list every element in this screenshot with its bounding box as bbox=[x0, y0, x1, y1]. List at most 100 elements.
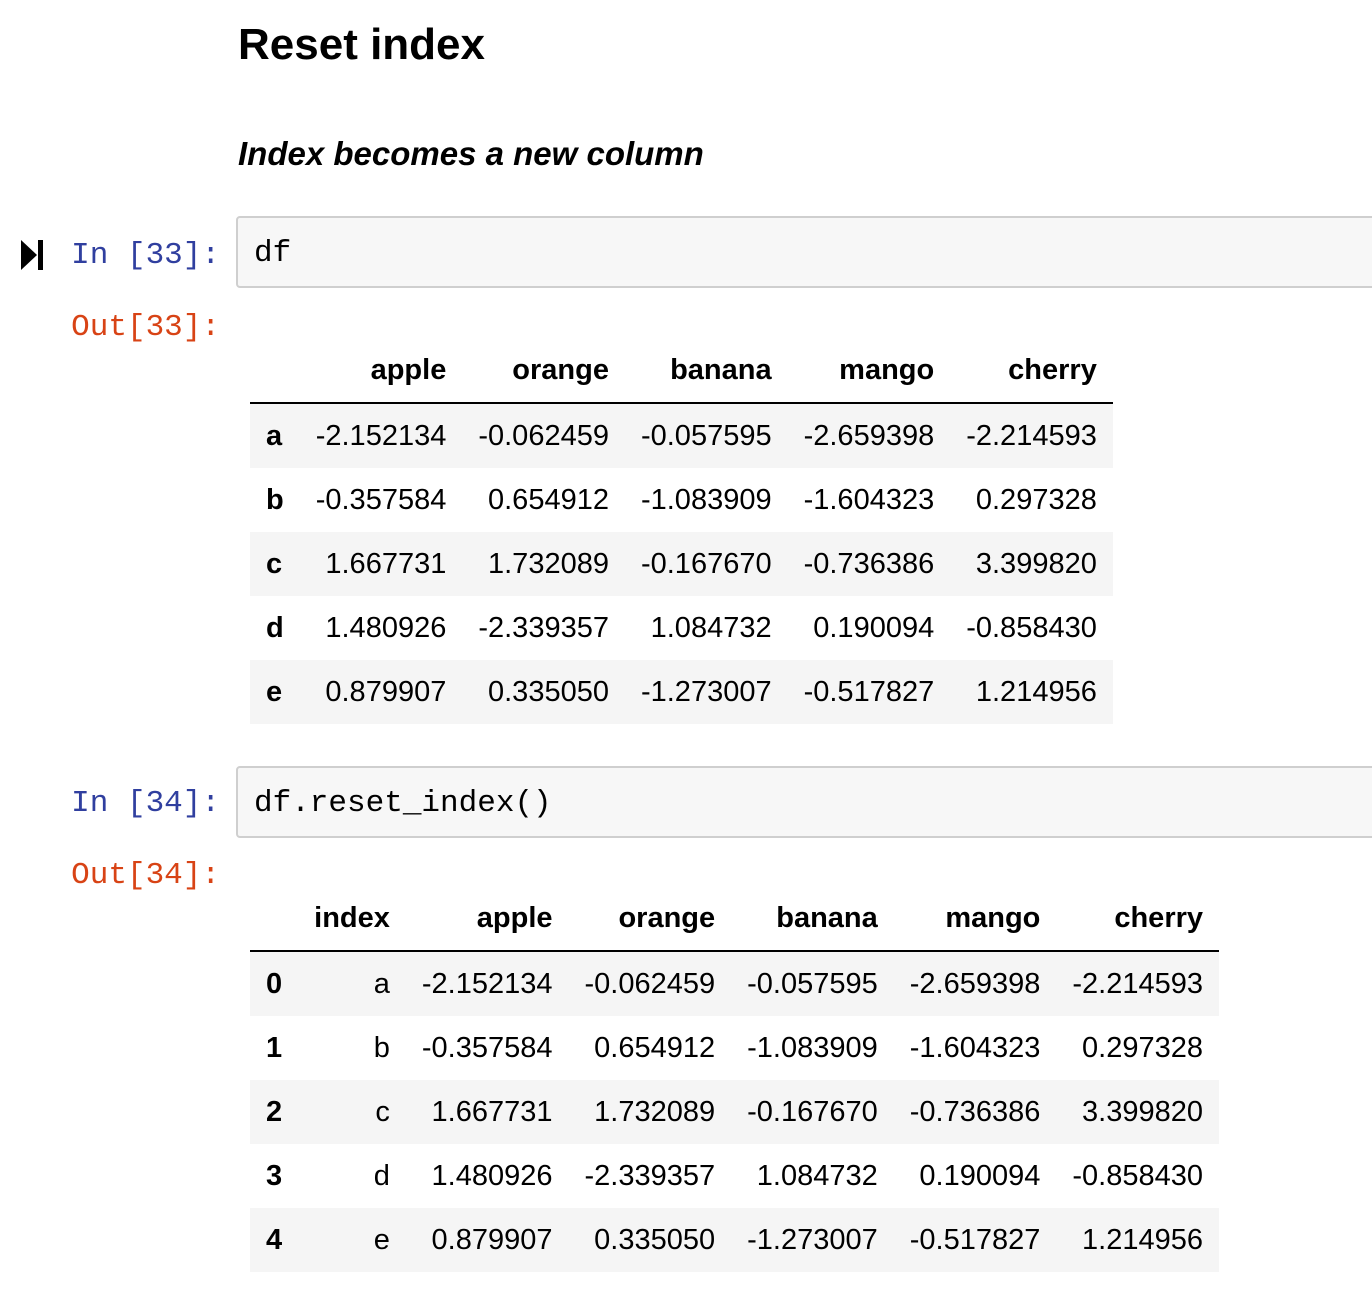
table-row: c 1.667731 1.732089 -0.167670 -0.736386 3.399… bbox=[250, 532, 1113, 596]
table-cell: 0.190094 bbox=[919, 1159, 1041, 1192]
row-index-label: 3 bbox=[266, 1159, 283, 1192]
table-cell: 1.480926 bbox=[431, 1159, 553, 1192]
table-cell: 0.190094 bbox=[813, 611, 935, 644]
cell-34-output-dataframe: index apple orange banana mango cherry 0 a -2.1… bbox=[250, 886, 1220, 1272]
table-cell: b bbox=[373, 1031, 390, 1064]
table-cell: -0.357584 bbox=[315, 483, 447, 516]
table-cell: -2.152134 bbox=[315, 419, 447, 452]
table-header-row: apple orange banana mango cherry bbox=[250, 338, 1113, 404]
cell-34-in-prompt: In [34]: bbox=[71, 786, 220, 821]
table-cell: e bbox=[373, 1223, 390, 1256]
row-index-label: 4 bbox=[266, 1223, 283, 1256]
column-header: apple bbox=[299, 338, 463, 404]
section-subheading: Index becomes a new column bbox=[238, 135, 704, 172]
table-cell: -0.057595 bbox=[747, 967, 878, 1000]
table-cell: 1.214956 bbox=[1082, 1223, 1204, 1256]
column-header: orange bbox=[568, 886, 732, 952]
cell-33-code-input[interactable]: df bbox=[236, 216, 1372, 288]
table-cell: -1.083909 bbox=[640, 483, 772, 516]
table-row: 0 a -2.152134 -0.062459 -0.057595 -2.659398 -2… bbox=[250, 951, 1220, 1016]
table-cell: -0.357584 bbox=[421, 1031, 553, 1064]
column-header: apple bbox=[405, 886, 569, 952]
table-row: 4 e 0.879907 0.335050 -1.273007 -0.517827 1.21… bbox=[250, 1208, 1220, 1272]
column-header: mango bbox=[893, 886, 1057, 952]
table-cell: 1.084732 bbox=[650, 611, 772, 644]
table-cell: 0.335050 bbox=[594, 1223, 716, 1256]
column-header: index bbox=[298, 886, 406, 952]
table-row: 1 b -0.357584 0.654912 -1.083909 -1.604323 0.2… bbox=[250, 1016, 1220, 1080]
table-cell: 1.480926 bbox=[325, 611, 447, 644]
table-cell: 1.214956 bbox=[975, 675, 1097, 708]
table-cell: -1.604323 bbox=[909, 1031, 1041, 1064]
column-header: orange bbox=[462, 338, 625, 404]
row-index-label: 1 bbox=[266, 1031, 283, 1064]
table-cell: 1.667731 bbox=[325, 547, 447, 580]
cell-33-in-prompt: In [33]: bbox=[71, 238, 220, 273]
table-cell: 0.654912 bbox=[594, 1031, 716, 1064]
column-header: mango bbox=[787, 338, 951, 404]
cell-33-out-prompt: Out[33]: bbox=[71, 310, 220, 345]
row-index-label: a bbox=[266, 419, 283, 452]
table-cell: c bbox=[375, 1095, 390, 1128]
table-cell: a bbox=[373, 967, 390, 1000]
row-index-label: d bbox=[266, 611, 284, 644]
table-cell: 1.732089 bbox=[488, 547, 609, 580]
table-cell: 0.879907 bbox=[325, 675, 447, 708]
table-cell: -2.214593 bbox=[966, 419, 1097, 452]
table-row: 2 c 1.667731 1.732089 -0.167670 -0.736386 3.39… bbox=[250, 1080, 1220, 1144]
table-cell: -0.062459 bbox=[584, 967, 716, 1000]
table-cell: 3.399820 bbox=[975, 547, 1097, 580]
table-cell: -0.858430 bbox=[1072, 1159, 1204, 1192]
table-cell: -0.858430 bbox=[966, 611, 1097, 644]
table-cell: -0.517827 bbox=[909, 1223, 1041, 1256]
table-row: a -2.152134 -0.062459 -0.057595 -2.659398 -2.… bbox=[250, 403, 1113, 468]
column-header: cherry bbox=[1056, 886, 1220, 952]
table-cell: -2.339357 bbox=[478, 611, 609, 644]
column-header: banana bbox=[731, 886, 894, 952]
table-cell: -0.167670 bbox=[640, 547, 772, 580]
table-cell: -1.604323 bbox=[803, 483, 935, 516]
table-cell: 1.667731 bbox=[431, 1095, 553, 1128]
table-cell: -2.339357 bbox=[584, 1159, 716, 1192]
section-heading: Reset index bbox=[238, 20, 485, 69]
table-cell: -1.273007 bbox=[640, 675, 772, 708]
table-row: e 0.879907 0.335050 -1.273007 -0.517827 1.214… bbox=[250, 660, 1113, 724]
row-index-label: 0 bbox=[266, 967, 283, 1000]
table-cell: -2.659398 bbox=[909, 967, 1041, 1000]
table-cell: 0.879907 bbox=[431, 1223, 553, 1256]
cell-34-code-input[interactable]: df.reset_index() bbox=[236, 766, 1372, 838]
table-cell: -0.736386 bbox=[909, 1095, 1041, 1128]
run-cursor-icon bbox=[21, 240, 43, 270]
table-cell: -2.214593 bbox=[1072, 967, 1204, 1000]
header-corner bbox=[250, 338, 300, 404]
table-cell: -0.167670 bbox=[747, 1095, 878, 1128]
cell-34-out-prompt: Out[34]: bbox=[71, 858, 220, 893]
table-cell: 0.654912 bbox=[488, 483, 609, 516]
table-cell: 3.399820 bbox=[1082, 1095, 1204, 1128]
table-cell: -0.517827 bbox=[803, 675, 935, 708]
row-index-label: e bbox=[266, 675, 283, 708]
row-index-label: c bbox=[266, 547, 283, 580]
table-cell: -0.736386 bbox=[803, 547, 935, 580]
header-corner bbox=[250, 886, 299, 952]
table-header-row: index apple orange banana mango cherry bbox=[250, 886, 1220, 952]
table-cell: -0.057595 bbox=[640, 419, 772, 452]
column-header: banana bbox=[624, 338, 788, 404]
table-cell: -1.083909 bbox=[747, 1031, 878, 1064]
table-cell: -1.273007 bbox=[747, 1223, 878, 1256]
table-cell: 0.297328 bbox=[975, 483, 1097, 516]
row-index-label: 2 bbox=[266, 1095, 283, 1128]
table-row: 3 d 1.480926 -2.339357 1.084732 0.190094 -0.85… bbox=[250, 1144, 1220, 1208]
cell-33-output-dataframe: apple orange banana mango cherry a -2.152134-… bbox=[250, 338, 1113, 724]
table-cell: 1.084732 bbox=[756, 1159, 878, 1192]
table-cell: d bbox=[373, 1159, 390, 1192]
table-cell: 1.732089 bbox=[594, 1095, 716, 1128]
table-cell: -2.659398 bbox=[803, 419, 935, 452]
row-index-label: b bbox=[266, 483, 284, 516]
table-cell: 0.297328 bbox=[1082, 1031, 1204, 1064]
column-header: cherry bbox=[950, 338, 1113, 404]
table-row: d 1.480926 -2.339357 1.084732 0.190094 -0.858… bbox=[250, 596, 1113, 660]
table-cell: -2.152134 bbox=[421, 967, 553, 1000]
table-cell: -0.062459 bbox=[478, 419, 609, 452]
table-cell: 0.335050 bbox=[488, 675, 609, 708]
